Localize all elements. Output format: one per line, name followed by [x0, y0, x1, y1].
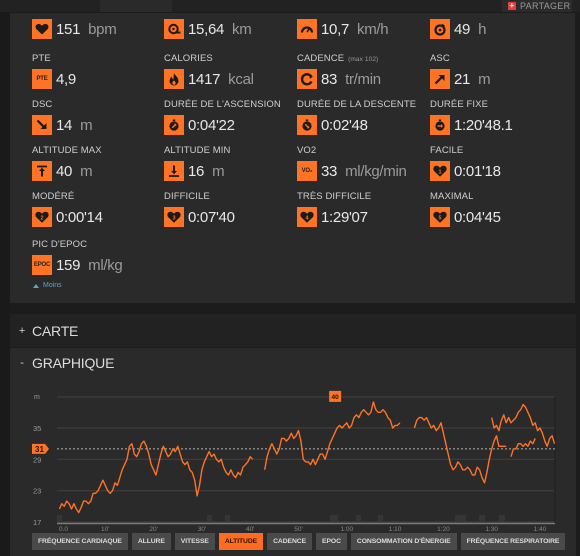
y-axis-unit-label: m [34, 394, 40, 401]
altitude-chart[interactable]: m 17 23 29 35 0.0 10' 20' 30' 40' 50' 1:00 1:10 1:20 1… [0, 0, 580, 556]
y-tick-label: 23 [33, 487, 41, 496]
x-tick-label: 30' [198, 526, 206, 533]
x-tick-label: 50' [294, 526, 302, 533]
x-tick-label: 1:20 [437, 526, 450, 533]
altitude-line-segment [58, 440, 254, 514]
x-tick-label: 1:00 [340, 526, 353, 533]
x-tick-label: 1:10 [389, 526, 402, 533]
lap-marker[interactable] [225, 515, 230, 521]
x-tick-label: 1:30 [485, 526, 498, 533]
chart-tab-altitude[interactable]: ALTITUDE [218, 533, 264, 550]
altitude-line-segment [413, 416, 507, 484]
max-marker-label: 40 [332, 394, 340, 401]
lap-marker[interactable] [330, 515, 338, 521]
lap-marker[interactable] [378, 515, 383, 521]
lap-marker[interactable] [207, 515, 212, 521]
chart-tab-allure[interactable]: ALLURE [131, 533, 171, 550]
y-tick-label: 35 [33, 424, 41, 433]
y-tick-label: 17 [33, 518, 41, 527]
lap-marker[interactable] [455, 515, 466, 521]
chart-tab-fréquence-cardiaque[interactable]: FRÉQUENCE CARDIAQUE [32, 533, 128, 550]
x-tick-label: 0.0 [59, 526, 68, 533]
x-tick-label: 20' [149, 526, 157, 533]
chart-tab-consommation-d-énergie[interactable]: CONSOMMATION D'ÉNERGIE [350, 533, 457, 550]
average-label: 31 [35, 445, 44, 454]
x-tick-label: 1:40 [534, 526, 547, 533]
lap-marker[interactable] [479, 515, 485, 521]
x-tick-label: 10' [101, 526, 109, 533]
lap-marker[interactable] [57, 515, 62, 521]
altitude-line-segment [491, 403, 556, 447]
altitude-line-segment [510, 438, 536, 457]
chart-tab-fréquence-respiratoire[interactable]: FRÉQUENCE RESPIRATOIRE [460, 533, 566, 550]
lap-marker[interactable] [356, 515, 361, 521]
chart-tab-cadence[interactable]: CADENCE [267, 533, 313, 550]
chart-tab-vitesse[interactable]: VITESSE [174, 533, 215, 550]
x-tick-label: 40' [246, 526, 254, 533]
lap-marker[interactable] [499, 515, 505, 521]
y-tick-label: 29 [33, 455, 41, 464]
chart-tab-epoc[interactable]: EPOC [316, 533, 347, 550]
chart-tabs: FRÉQUENCE CARDIAQUE ALLURE VITESSE ALTITUDE… [32, 533, 566, 550]
